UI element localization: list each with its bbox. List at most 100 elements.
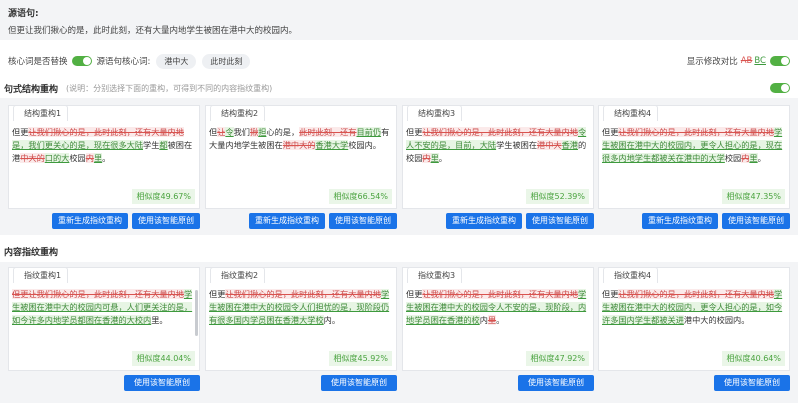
source-title: 源语句: <box>8 9 39 19</box>
diff-ab-sample: AB <box>740 56 753 66</box>
content-card-tab[interactable]: 指纹重构3 <box>407 267 463 283</box>
deleted-text: 中大的 <box>20 153 45 163</box>
inserted-text: 都 <box>159 140 168 150</box>
content-section-header: 内容指纹重构 <box>0 244 798 258</box>
unchanged-text: 校园 <box>724 153 742 163</box>
use-original-button[interactable]: 使用该智能原创 <box>329 213 397 229</box>
structure-card-4: 结构重构4 但更让我们揪心的是，此时此刻，还有大量内地学生被困在港中大的校园内，更… <box>598 105 790 209</box>
content-panel: 指纹重构1 但更让我们揪心的是，此时此刻，还有大量内地学生被困在港中大的校园内可悬… <box>0 262 798 403</box>
structure-card-text: 但更让我们揪心的是，此时此刻，还有大量内地令人不安的是，目前，大陆学生被困在港中… <box>406 126 590 165</box>
unchanged-text: 心的是， <box>266 127 300 137</box>
diff-compare-label: 显示修改对比 <box>686 57 738 67</box>
content-card-1: 指纹重构1 但更让我们揪心的是，此时此刻，还有大量内地学生被困在港中大的校园内可悬… <box>8 267 200 371</box>
similarity-badge: 相似度47.35% <box>722 189 785 204</box>
deleted-text: 让我们揪心的是，此时此刻，还有大量内地 <box>225 289 381 299</box>
structure-card-tab[interactable]: 结构重构1 <box>13 105 69 121</box>
inserted-text: 里 <box>93 153 103 163</box>
similarity-badge: 相似度49.67% <box>132 189 195 204</box>
unchanged-text: 但 <box>209 127 218 137</box>
regenerate-button[interactable]: 重新生成指纹重构 <box>52 213 128 229</box>
core-tag[interactable]: 此时此刻 <box>202 53 251 69</box>
similarity-badge: 相似度52.39% <box>526 189 589 204</box>
structure-section-header: 句式结构重构 (说明：分别选择下面的重构，可得到不同的内容指纹重构) <box>0 81 798 95</box>
unchanged-text: 但更 <box>406 127 423 137</box>
deleted-text: 此时此刻，还有 <box>299 127 357 137</box>
content-card-text: 但更让我们揪心的是，此时此刻，还有大量内地学生被困在港中大的校园内可悬，人们更关… <box>12 288 196 327</box>
structure-card-text: 但让令我们揪担心的是，此时此刻，还有目前仍有大量内地学生被困在港中大的香港大学校… <box>209 126 393 152</box>
similarity-badge: 相似度66.54% <box>329 189 392 204</box>
unchanged-text: 但更 <box>602 127 619 137</box>
unchanged-text: 但更 <box>12 127 29 137</box>
structure-card-tab[interactable]: 结构重构3 <box>407 105 463 121</box>
unchanged-text: 但更 <box>209 289 226 299</box>
deleted-text: 让我们揪心的是，此时此刻，还有大量内地 <box>618 289 774 299</box>
structure-section-title: 句式结构重构 <box>4 84 59 95</box>
content-card-2: 指纹重构2 但更让我们揪心的是，此时此刻，还有大量内地学生被困在港中大的校园令人们… <box>205 267 397 371</box>
regenerate-button[interactable]: 重新生成指纹重构 <box>642 213 718 229</box>
regenerate-button[interactable]: 重新生成指纹重构 <box>446 213 522 229</box>
unchanged-text: 。 <box>757 153 766 163</box>
unchanged-text: 但更 <box>406 289 423 299</box>
unchanged-text: 校园内。 <box>348 140 381 150</box>
content-card-text: 但更让我们揪心的是，此时此刻，还有大量内地学生被困在港中大的校园令人们担忧的是，… <box>209 288 393 327</box>
deleted-text: 让我们揪心的是，此时此刻，还有大量内地 <box>422 127 578 137</box>
deleted-text: 让我们揪心的是，此时此刻，还有大量内地 <box>28 127 184 137</box>
deleted-text: 内 <box>85 153 94 163</box>
structure-card-tab[interactable]: 结构重构4 <box>603 105 659 121</box>
unchanged-text: 学生被困在 <box>496 140 538 150</box>
content-card-tab[interactable]: 指纹重构2 <box>210 267 266 283</box>
replace-core-toggle[interactable] <box>71 56 92 66</box>
unchanged-text: 校园 <box>69 153 86 163</box>
content-card-text: 但更让我们揪心的是，此时此刻，还有大量内地学生被困在港中大的校园令人不安的是，现… <box>406 288 590 327</box>
use-original-button[interactable]: 使用该智能原创 <box>518 375 594 391</box>
inserted-text: 里 <box>749 153 758 163</box>
inserted-text: 是，我们更关心的是，现在很多大陆 <box>12 140 144 150</box>
inserted-text: 令 <box>225 127 234 137</box>
structure-section-toggle[interactable] <box>770 83 790 93</box>
structure-card-text: 但更让我们揪心的是，此时此刻，还有大量内地学生被困在港中大的校园内，更令人担心的… <box>602 126 786 165</box>
inserted-text: 香港大学 <box>315 140 349 150</box>
structure-panel: 结构重构1 但更让我们揪心的是，此时此刻，还有大量内地是，我们更关心的是，现在很多… <box>0 98 798 235</box>
core-tag[interactable]: 港中大 <box>156 53 197 69</box>
similarity-badge: 相似度44.04% <box>132 351 195 366</box>
unchanged-text: 。 <box>102 153 111 163</box>
content-card-4: 指纹重构4 但更让我们揪心的是，此时此刻，还有大量内地学生被困在港中大的校园内，更… <box>598 267 790 371</box>
unchanged-text: 我们 <box>233 127 250 137</box>
inserted-text: 口的大 <box>44 153 70 163</box>
structure-section-note: (说明：分别选择下面的重构，可得到不同的内容指纹重构) <box>66 83 273 93</box>
inserted-text: 香港 <box>561 140 578 150</box>
content-section-title: 内容指纹重构 <box>4 247 59 258</box>
structure-card-text: 但更让我们揪心的是，此时此刻，还有大量内地是，我们更关心的是，现在很多大陆学生都… <box>12 126 196 165</box>
unchanged-text: 港中大的校园内。 <box>683 315 750 325</box>
use-original-button[interactable]: 使用该智能原创 <box>132 213 200 229</box>
inserted-text: 目前仍 <box>356 127 382 137</box>
deleted-text: 让我们揪心的是，此时此刻，还有大量内地 <box>618 127 774 137</box>
use-original-button[interactable]: 使用该智能原创 <box>321 375 397 391</box>
deleted-text: 让我们揪心的是，此时此刻，还有大量内地 <box>422 289 578 299</box>
structure-card-1: 结构重构1 但更让我们揪心的是，此时此刻，还有大量内地是，我们更关心的是，现在很多… <box>8 105 200 209</box>
similarity-badge: 相似度40.64% <box>722 351 785 366</box>
content-card-tab[interactable]: 指纹重构1 <box>13 267 69 283</box>
use-original-button[interactable]: 使用该智能原创 <box>722 213 790 229</box>
use-original-button[interactable]: 使用该智能原创 <box>526 213 594 229</box>
deleted-text: 内 <box>422 153 431 163</box>
source-text: 但更让我们揪心的是，此时此刻，还有大量内地学生被困在港中大的校园内。 <box>8 26 298 36</box>
use-original-button[interactable]: 使用该智能原创 <box>124 375 200 391</box>
content-card-3: 指纹重构3 但更让我们揪心的是，此时此刻，还有大量内地学生被困在港中大的校园令人不… <box>402 267 594 371</box>
deleted-text: 港中大的 <box>282 140 316 150</box>
structure-card-3: 结构重构3 但更让我们揪心的是，此时此刻，还有大量内地令人不安的是，目前，大陆学生… <box>402 105 594 209</box>
structure-card-2: 结构重构2 但让令我们揪担心的是，此时此刻，还有目前仍有大量内地学生被困在港中大的… <box>205 105 397 209</box>
scrollbar[interactable] <box>195 290 198 336</box>
unchanged-text: 内 <box>479 315 488 325</box>
content-card-text: 但更让我们揪心的是，此时此刻，还有大量内地学生被困在港中大的校园内，更令人担心的… <box>602 288 786 327</box>
deleted-text: 里 <box>487 315 497 325</box>
deleted-text: 但更让我们揪心的是，此时此刻，还有大量内地 <box>12 289 184 299</box>
unchanged-text: 。 <box>496 315 505 325</box>
unchanged-text: 内。 <box>323 315 341 325</box>
regenerate-button[interactable]: 重新生成指纹重构 <box>249 213 325 229</box>
content-card-tab[interactable]: 指纹重构4 <box>603 267 659 283</box>
deleted-text: 港中大 <box>537 140 562 150</box>
structure-card-tab[interactable]: 结构重构2 <box>210 105 266 121</box>
use-original-button[interactable]: 使用该智能原创 <box>714 375 790 391</box>
diff-compare-toggle[interactable] <box>770 56 790 66</box>
